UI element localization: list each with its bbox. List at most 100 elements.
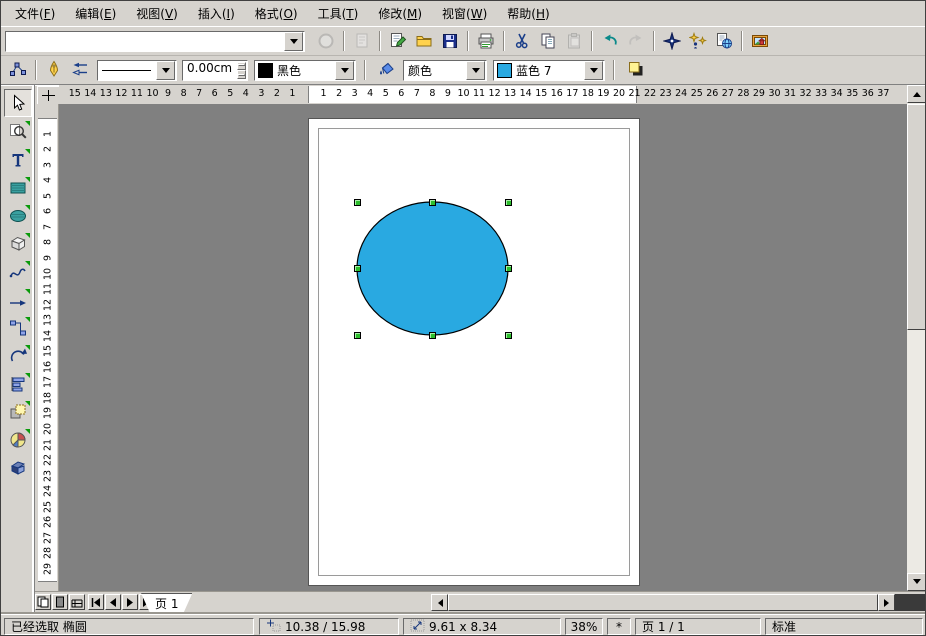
line-color-combo[interactable]: 黑色 (254, 60, 356, 81)
fill-color-combo[interactable]: 蓝色 7 (493, 60, 605, 81)
resize-handle[interactable] (429, 332, 436, 339)
fill-type-combo[interactable]: 颜色 (403, 60, 487, 81)
resize-handle[interactable] (354, 265, 361, 272)
status-zoom[interactable]: 38% (565, 618, 603, 635)
save-icon[interactable] (437, 29, 463, 53)
menu-v[interactable]: 视图(V) (126, 1, 188, 26)
line-color-value[interactable]: 黑色 (273, 62, 334, 79)
url-combo-dropdown[interactable] (284, 32, 303, 51)
fill-type-dropdown[interactable] (466, 61, 485, 80)
fill-type-value[interactable]: 颜色 (404, 62, 465, 79)
copy-icon[interactable] (535, 29, 561, 53)
resize-handle[interactable] (354, 332, 361, 339)
status-position[interactable]: 10.38 / 15.98 (259, 618, 399, 635)
resize-handle[interactable] (429, 199, 436, 206)
curve-tool[interactable] (5, 259, 31, 285)
arrange-tool[interactable] (5, 399, 31, 425)
scroll-down-button[interactable] (907, 573, 926, 591)
h-ruler-label: 21 (629, 88, 641, 99)
menu-m[interactable]: 修改(M) (368, 1, 432, 26)
horizontal-ruler[interactable]: 1234567891011121314151234567891011121314… (59, 85, 907, 105)
h-ruler-label: 6 (212, 88, 218, 99)
pen-icon[interactable] (41, 58, 67, 82)
edit-file-icon[interactable] (385, 29, 411, 53)
v-ruler-label: 17 (42, 376, 53, 388)
status-size[interactable]: 9.61 x 8.34 (403, 618, 561, 635)
status-style[interactable]: 标准 (765, 618, 923, 635)
h-ruler-label: 5 (227, 88, 233, 99)
scroll-up-button[interactable] (907, 85, 926, 103)
next-page-icon[interactable] (122, 594, 138, 610)
h-ruler-label: 32 (800, 88, 812, 99)
v-ruler-label: 6 (42, 208, 53, 214)
page-mode-icon[interactable] (35, 594, 51, 610)
rectangle-tool[interactable] (5, 175, 31, 201)
resize-handle[interactable] (505, 199, 512, 206)
animation-icon[interactable] (685, 29, 711, 53)
url-combo[interactable] (5, 31, 305, 52)
chevron-down-icon (238, 74, 245, 76)
first-page-icon[interactable] (88, 594, 104, 610)
background-mode-icon[interactable] (52, 594, 68, 610)
line-width-value[interactable]: 0.00cm (183, 61, 236, 80)
rotate-tool[interactable] (5, 343, 31, 369)
separator (503, 31, 505, 51)
effects-tool[interactable] (5, 455, 31, 481)
v-ruler-label: 11 (42, 283, 53, 295)
undo-icon[interactable] (597, 29, 623, 53)
resize-handle[interactable] (505, 265, 512, 272)
edit-points-icon[interactable] (5, 58, 31, 82)
menu-i[interactable]: 插入(I) (188, 1, 245, 26)
layer-mode-icon[interactable] (69, 594, 85, 610)
scroll-right-button[interactable] (878, 594, 895, 611)
vertical-scroll-thumb[interactable] (907, 104, 926, 330)
menu-o[interactable]: 格式(O) (245, 1, 308, 26)
prev-page-icon[interactable] (105, 594, 121, 610)
select-tool[interactable] (4, 89, 32, 117)
gallery-icon[interactable] (747, 29, 773, 53)
menu-e[interactable]: 编辑(E) (65, 1, 126, 26)
objects-3d-tool[interactable] (5, 231, 31, 257)
cut-icon[interactable] (509, 29, 535, 53)
line-width-spinner[interactable]: 0.00cm (182, 60, 248, 81)
insert-tool[interactable] (5, 427, 31, 453)
connector-tool[interactable] (5, 315, 31, 341)
spin-up-button[interactable] (237, 62, 246, 71)
status-page[interactable]: 页 1 / 1 (635, 618, 761, 635)
open-icon[interactable] (411, 29, 437, 53)
web-document-icon[interactable] (711, 29, 737, 53)
line-style-combo[interactable] (97, 60, 177, 81)
zoom-tool[interactable] (5, 119, 31, 145)
print-icon[interactable] (473, 29, 499, 53)
line-style-dropdown[interactable] (156, 61, 175, 80)
menu-h[interactable]: 帮助(H) (497, 1, 559, 26)
navigator-icon[interactable] (659, 29, 685, 53)
resize-handle[interactable] (505, 332, 512, 339)
menu-w[interactable]: 视窗(W) (432, 1, 497, 26)
area-icon[interactable] (374, 58, 400, 82)
fill-color-dropdown[interactable] (584, 61, 603, 80)
shadow-icon[interactable] (623, 58, 649, 82)
ellipse-tool[interactable] (5, 203, 31, 229)
ellipse-shape[interactable] (309, 119, 639, 585)
scroll-left-button[interactable] (431, 594, 448, 611)
resize-handle[interactable] (354, 199, 361, 206)
menu-t[interactable]: 工具(T) (308, 1, 369, 26)
vertical-ruler[interactable]: 1234567891011121314151617181920212223242… (37, 104, 59, 591)
horizontal-scrollbar[interactable] (431, 594, 895, 611)
vertical-scrollbar[interactable] (907, 85, 926, 591)
spin-down-button[interactable] (237, 70, 246, 79)
ruler-origin-button[interactable] (37, 86, 60, 105)
v-ruler-label: 23 (42, 470, 53, 482)
line-color-dropdown[interactable] (335, 61, 354, 80)
text-tool[interactable] (5, 147, 31, 173)
document-page[interactable] (308, 118, 640, 586)
page-tab[interactable]: 页 1 (141, 593, 192, 613)
drawing-canvas[interactable] (59, 104, 907, 591)
arrow-ends-icon[interactable] (67, 58, 93, 82)
horizontal-scroll-thumb[interactable] (448, 594, 878, 611)
menu-f[interactable]: 文件(F) (5, 1, 65, 26)
lines-arrows-tool[interactable] (5, 287, 31, 313)
alignment-tool[interactable] (5, 371, 31, 397)
fill-color-value[interactable]: 蓝色 7 (512, 62, 583, 79)
